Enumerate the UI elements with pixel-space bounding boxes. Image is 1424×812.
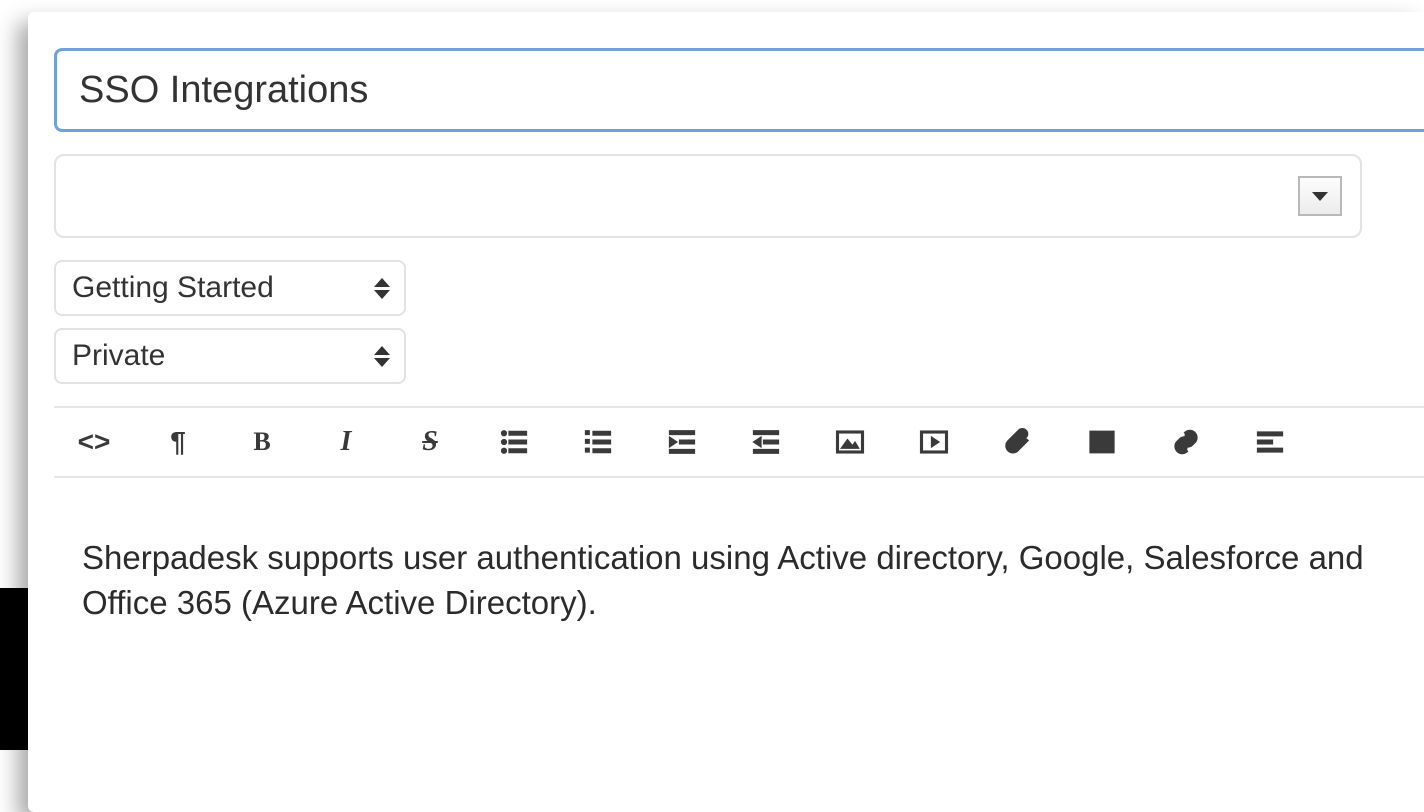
bold-button[interactable]: B [240, 420, 284, 464]
outdent-icon [667, 427, 697, 457]
pilcrow-icon: ¶ [170, 426, 186, 458]
insert-video-button[interactable] [912, 420, 956, 464]
select-stepper-icon [374, 346, 390, 367]
article-title-input[interactable] [54, 48, 1424, 132]
align-left-icon [1255, 427, 1285, 457]
editor-toolbar-container: <> ¶ B I S [54, 406, 1424, 625]
editor-toolbar: <> ¶ B I S [54, 406, 1424, 478]
paperclip-icon [1003, 427, 1033, 457]
tag-combobox[interactable] [54, 154, 1362, 238]
category-select-value: Getting Started [72, 271, 274, 305]
unordered-list-button[interactable] [492, 420, 536, 464]
list-ul-icon [499, 427, 529, 457]
background-shadow-block [0, 630, 30, 750]
indent-button[interactable] [744, 420, 788, 464]
tag-combobox-dropdown-button[interactable] [1298, 176, 1342, 216]
caret-down-icon [1312, 192, 1328, 201]
video-icon [919, 427, 949, 457]
code-view-button[interactable]: <> [72, 420, 116, 464]
table-icon [1087, 427, 1117, 457]
bold-icon: B [253, 427, 270, 457]
link-icon [1171, 427, 1201, 457]
align-button[interactable] [1248, 420, 1292, 464]
strikethrough-icon: S [422, 426, 438, 458]
insert-file-button[interactable] [996, 420, 1040, 464]
list-ol-icon [583, 427, 613, 457]
visibility-select-value: Private [72, 339, 165, 373]
editor-content[interactable]: Sherpadesk supports user authentication … [54, 478, 1424, 625]
ordered-list-button[interactable] [576, 420, 620, 464]
strikethrough-button[interactable]: S [408, 420, 452, 464]
select-stepper-icon [374, 278, 390, 299]
insert-table-button[interactable] [1080, 420, 1124, 464]
insert-link-button[interactable] [1164, 420, 1208, 464]
category-select[interactable]: Getting Started [54, 260, 406, 316]
italic-button[interactable]: I [324, 420, 368, 464]
image-icon [835, 427, 865, 457]
code-icon: <> [78, 426, 111, 458]
indent-icon [751, 427, 781, 457]
outdent-button[interactable] [660, 420, 704, 464]
paragraph-format-button[interactable]: ¶ [156, 420, 200, 464]
insert-image-button[interactable] [828, 420, 872, 464]
visibility-select[interactable]: Private [54, 328, 406, 384]
editor-panel: Getting Started Private <> ¶ B [28, 12, 1424, 812]
italic-icon: I [341, 426, 352, 458]
